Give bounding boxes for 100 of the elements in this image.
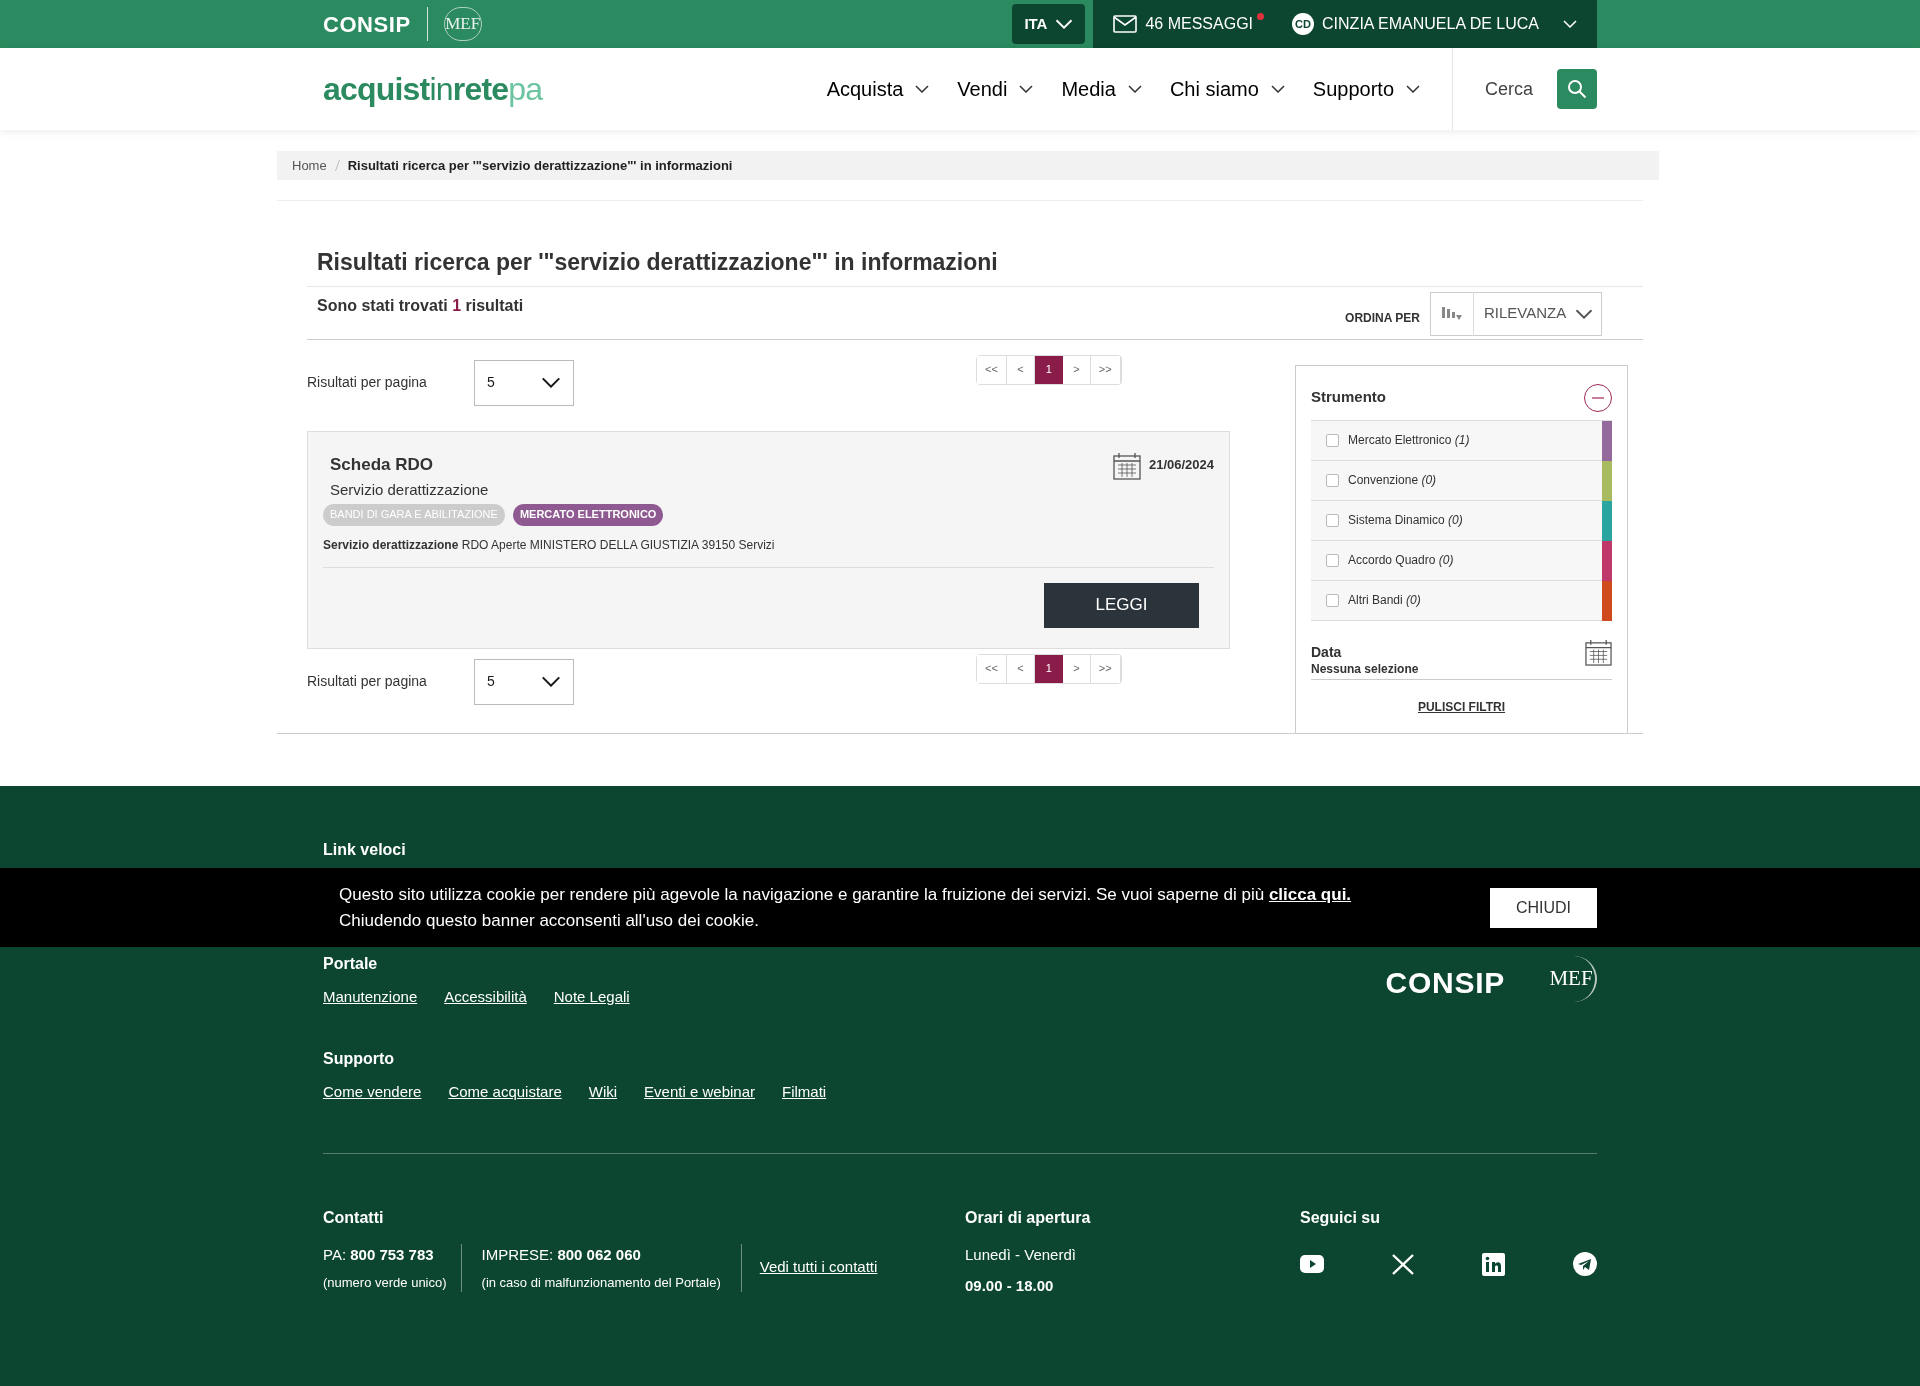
chevron-down-icon [1055, 19, 1074, 29]
chevron-down-icon [1270, 85, 1285, 93]
filter-option[interactable]: Mercato Elettronico (1) [1311, 420, 1612, 461]
sort-icon [1441, 305, 1463, 322]
mef-logo: MEF [1547, 956, 1597, 1002]
result-description: Servizio derattizzazione RDO Aperte MINISTERO DELLA GIUSTIZIA 39150 Servizi [323, 536, 776, 554]
pagination-button[interactable]: << [977, 355, 1007, 384]
filter-option[interactable]: Altri Bandi (0) [1311, 580, 1612, 621]
filter-label: Altri Bandi (0) [1348, 592, 1421, 609]
breadcrumb-current: Risultati ricerca per '"servizio derattizzazione"' in informazioni [347, 156, 733, 175]
x-icon[interactable] [1392, 1253, 1414, 1275]
filter-option[interactable]: Convenzione (0) [1311, 460, 1612, 501]
envelope-icon [1113, 15, 1138, 33]
consip-logo[interactable]: CONSIP [323, 7, 411, 41]
opening-hours: 09.00 - 18.00 [965, 1275, 1055, 1296]
chevron-down-icon [1575, 308, 1593, 319]
footer-heading: Link veloci [323, 840, 407, 860]
footer-heading: Orari di apertura [965, 1208, 1092, 1228]
date-filter-value: Nessuna selezione [1311, 659, 1612, 680]
filter-label: Accordo Quadro (0) [1348, 552, 1454, 569]
nav-menu-item[interactable]: Supporto [1312, 74, 1420, 104]
checkbox[interactable] [1326, 553, 1339, 567]
youtube-icon[interactable] [1300, 1255, 1324, 1273]
nav-menu-item[interactable]: Media [1061, 74, 1142, 104]
footer-link[interactable]: Filmati [782, 1080, 827, 1103]
site-logo[interactable]: acquistinretepa [323, 65, 543, 113]
pagination-button[interactable]: 1 [1034, 355, 1063, 384]
footer-link[interactable]: Wiki [588, 1080, 618, 1103]
per-page-dropdown[interactable]: 5 [474, 658, 574, 705]
chevron-down-icon [1019, 85, 1034, 93]
consip-logo: CONSIP [1385, 965, 1505, 1001]
cookie-message: Questo sito utilizza cookie per rendere più agevole la navigazione e garantire la fruizione dei servizi. Se vuoi saperne di più clicca qui. Chiudendo questo banner acconsenti all'uso dei cookie. [339, 883, 1352, 932]
cookie-info-link[interactable]: clicca qui. [1268, 884, 1352, 904]
footer-heading: Contatti [323, 1208, 385, 1228]
phone-number: PA: 800 753 783 [323, 1245, 435, 1265]
linkedin-icon[interactable] [1482, 1252, 1505, 1276]
breadcrumb-separator-icon [334, 160, 340, 171]
sort-dropdown[interactable]: RILEVANZA [1430, 291, 1602, 336]
user-avatar: CD [1292, 13, 1315, 35]
per-page-label: Risultati per pagina [307, 672, 428, 691]
date-filter-title: Data [1311, 642, 1342, 662]
user-menu[interactable]: CD CINZIA EMANUELA DE LUCA [1292, 12, 1577, 36]
chevron-down-icon [1127, 85, 1142, 93]
phone-note: (numero verde unico) [323, 1273, 447, 1292]
checkbox[interactable] [1326, 593, 1339, 607]
mef-logo[interactable]: MEF [443, 7, 482, 41]
footer-link[interactable]: Accessibilità [444, 986, 527, 1009]
clear-filters-link[interactable]: PULISCI FILTRI [1417, 697, 1506, 716]
footer-heading: Supporto [323, 1048, 396, 1069]
calendar-icon[interactable] [1585, 638, 1612, 666]
per-page-dropdown[interactable]: 5 [474, 359, 574, 406]
nav-menu-item[interactable]: Chi siamo [1169, 74, 1285, 104]
chevron-down-icon [541, 377, 561, 388]
nav-menu-item[interactable]: Acquista [826, 74, 930, 104]
breadcrumb-link[interactable]: Home [292, 155, 327, 176]
filter-option[interactable]: Sistema Dinamico (0) [1311, 500, 1612, 541]
footer-link[interactable]: Eventi e webinar [644, 1080, 755, 1103]
per-page-label: Risultati per pagina [307, 373, 428, 392]
footer-link[interactable]: Come vendere [323, 1080, 422, 1103]
opening-days: Lunedì - Venerdì [965, 1244, 1300, 1267]
result-subtitle: Servizio derattizzazione [330, 480, 489, 500]
read-button[interactable]: LEGGI [1044, 582, 1199, 628]
footer-heading: Seguici su [1300, 1208, 1382, 1228]
phone-number: IMPRESE: 800 062 060 [481, 1245, 642, 1265]
filter-option[interactable]: Accordo Quadro (0) [1311, 540, 1612, 581]
checkbox[interactable] [1326, 433, 1339, 447]
nav-menu-item[interactable]: Vendi [957, 74, 1034, 104]
pagination-button[interactable]: 1 [1034, 654, 1063, 683]
filter-label: Mercato Elettronico (1) [1348, 432, 1470, 449]
results-count: Sono stati trovati 1 risultati [317, 295, 524, 316]
result-title: Scheda RDO [330, 453, 434, 476]
filter-title: Strumento [1311, 386, 1386, 407]
search-field[interactable]: Cerca [1485, 75, 1545, 103]
all-contacts-link[interactable]: Vedi tutti i contatti [759, 1256, 878, 1279]
page-title: Risultati ricerca per '"servizio derattizzazione"' in informazioni [317, 248, 999, 277]
phone-note: (in caso di malfunzionamento del Portale) [481, 1273, 721, 1292]
footer-link[interactable]: Note Legali [553, 986, 630, 1009]
minus-icon [1591, 396, 1605, 399]
pagination-button[interactable]: << [977, 654, 1007, 683]
chevron-down-icon [541, 676, 561, 687]
calendar-icon [1112, 451, 1141, 480]
checkbox[interactable] [1326, 513, 1339, 527]
footer-heading: Portale [323, 954, 379, 974]
search-icon [1567, 79, 1587, 99]
checkbox[interactable] [1326, 473, 1339, 487]
filter-label: Sistema Dinamico (0) [1348, 512, 1463, 529]
chevron-down-icon [1563, 20, 1577, 28]
chevron-down-icon [915, 85, 930, 93]
sort-label: ORDINA PER [1345, 309, 1420, 327]
footer-link[interactable]: Come acquistare [448, 1080, 562, 1103]
search-button[interactable] [1557, 69, 1597, 109]
filter-label: Convenzione (0) [1348, 472, 1437, 489]
telegram-icon[interactable] [1573, 1252, 1597, 1276]
close-cookie-button[interactable]: CHIUDI [1490, 887, 1597, 928]
result-date: 21/06/2024 [1148, 455, 1214, 474]
language-selector[interactable]: ITA [1012, 4, 1086, 44]
category-tag: MERCATO ELETTRONICO [512, 503, 664, 526]
footer-link[interactable]: Manutenzione [323, 986, 418, 1009]
messages-link[interactable]: 46 MESSAGGI [1113, 12, 1262, 36]
chevron-down-icon [1406, 85, 1420, 93]
